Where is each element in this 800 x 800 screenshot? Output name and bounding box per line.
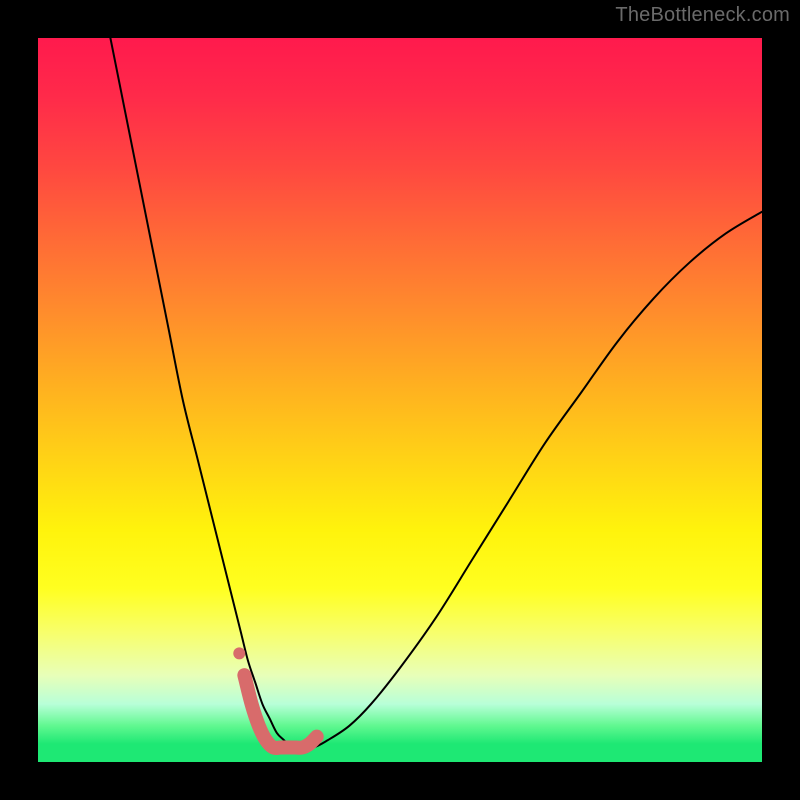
plot-area (38, 38, 762, 762)
watermark-text: TheBottleneck.com (615, 4, 790, 27)
chart-frame: TheBottleneck.com (0, 0, 800, 800)
main-curve (110, 38, 762, 748)
curve-layer (38, 38, 762, 762)
highlight-dot (233, 647, 245, 659)
